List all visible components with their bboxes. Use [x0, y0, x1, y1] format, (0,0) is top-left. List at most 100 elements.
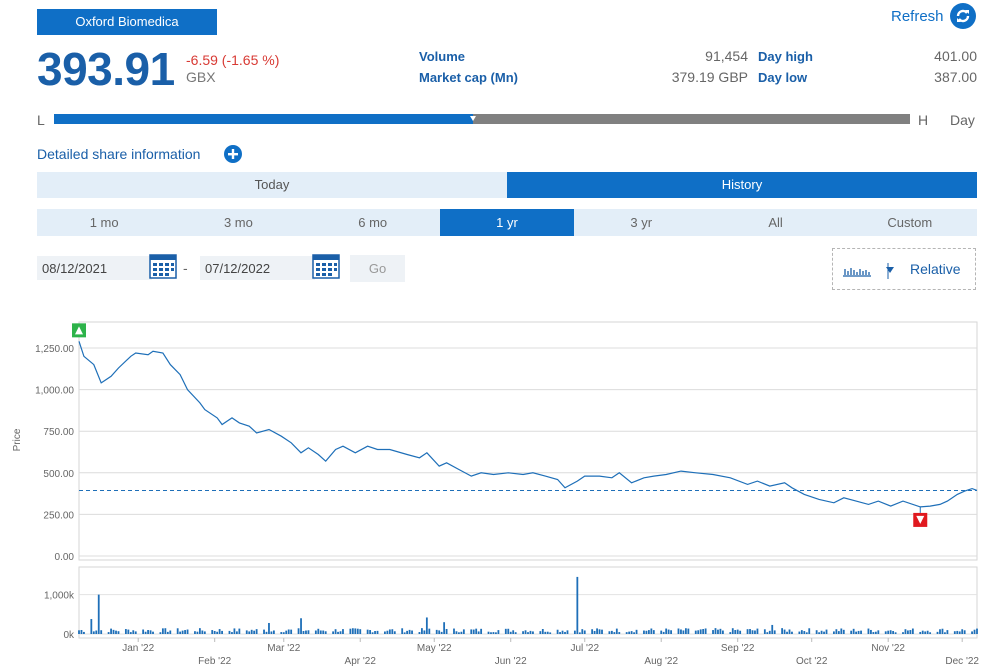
volume-bar: [356, 628, 359, 634]
volume-tick-label: 0k: [63, 630, 75, 641]
volume-bar: [480, 628, 483, 634]
x-axis-ticks: Jan '22 Feb '22 Mar '22 Apr '22 May '22 Jun '…: [122, 638, 979, 667]
volume-bar: [884, 631, 887, 634]
calendar-icon[interactable]: [312, 253, 340, 279]
volume-bar: [665, 628, 668, 634]
volume-bar: [374, 631, 376, 634]
volume-bar: [805, 632, 808, 634]
volume-bar: [763, 629, 766, 634]
calendar-icon[interactable]: [149, 253, 177, 279]
period-3mo[interactable]: 3 mo: [171, 209, 306, 236]
volume-bar: [963, 630, 966, 634]
period-6mo[interactable]: 6 mo: [305, 209, 440, 236]
volume-bar: [107, 632, 110, 634]
volume-bar: [564, 631, 566, 634]
date-separator: -: [183, 260, 188, 276]
volume-bar: [756, 628, 759, 634]
volume-bar: [682, 630, 685, 634]
volume-bar: [645, 630, 648, 634]
volume-bar: [566, 630, 569, 634]
volume-bar: [857, 630, 860, 634]
volume-bar: [615, 628, 618, 634]
refresh-button[interactable]: Refresh: [891, 8, 944, 25]
volume-bar: [850, 630, 853, 634]
volume-bar: [218, 629, 221, 634]
go-button[interactable]: Go: [350, 255, 405, 282]
volume-bar: [369, 630, 372, 634]
volume-bar: [667, 629, 670, 634]
range-low-label: L: [37, 112, 45, 128]
volume-bar: [124, 629, 127, 634]
volume-bar: [490, 632, 492, 634]
to-date-input[interactable]: [200, 256, 315, 280]
volume-tick-label: 1,000k: [44, 591, 75, 602]
volume-bar: [635, 629, 638, 634]
volume-bar: [144, 631, 147, 634]
volume-bar: [699, 629, 702, 634]
volume-bar: [166, 631, 169, 634]
period-custom[interactable]: Custom: [842, 209, 977, 236]
volume-bar: [596, 628, 598, 634]
x-tick-label: Aug '22: [644, 656, 678, 667]
volume-bar: [115, 630, 117, 634]
volume-bar: [342, 629, 344, 634]
chevron-down-icon[interactable]: [885, 266, 895, 274]
volume-bar: [872, 632, 875, 634]
volume-bar: [781, 628, 784, 634]
period-1yr[interactable]: 1 yr: [439, 209, 575, 236]
volume-bar: [300, 618, 302, 634]
volume-bar: [561, 630, 564, 634]
tab-history[interactable]: History: [507, 172, 977, 198]
volume-bar: [470, 629, 473, 634]
volume-bar: [83, 631, 85, 634]
price-chart[interactable]: 0.00 250.00 500.00 750.00 1,000.00 1,250.00 P…: [0, 310, 1001, 670]
volume-bar: [734, 630, 737, 634]
volume-bar: [835, 629, 838, 634]
volume-bar: [573, 630, 576, 634]
tab-today[interactable]: Today: [37, 172, 507, 198]
volume-bar: [393, 631, 396, 634]
day-high-value: 401.00: [934, 48, 977, 64]
day-low-value: 387.00: [934, 69, 977, 85]
period-all[interactable]: All: [708, 209, 843, 236]
volume-bar: [475, 628, 478, 634]
relative-toggle[interactable]: Relative: [910, 261, 961, 277]
volume-bar: [697, 630, 700, 634]
company-tab[interactable]: Oxford Biomedica: [37, 9, 217, 35]
volume-bar: [159, 632, 162, 634]
high-low-markers: [72, 323, 928, 527]
volume-bar: [783, 629, 786, 634]
volume-bar: [117, 631, 120, 634]
volume-bar: [265, 631, 268, 634]
range-high-label: H: [918, 112, 929, 128]
volume-bar: [522, 631, 524, 634]
volume-bar: [418, 632, 421, 634]
volume-bar: [305, 630, 307, 634]
volume-bar: [161, 628, 164, 634]
volume-bar: [504, 628, 507, 634]
volume-bar: [507, 628, 510, 634]
plus-circle-icon[interactable]: [224, 145, 242, 163]
volume-bar: [902, 632, 904, 634]
y-tick-label: 1,000.00: [35, 386, 74, 397]
volume-bar: [221, 630, 223, 634]
volume-bar: [837, 631, 840, 634]
volume-bar: [719, 628, 722, 634]
volume-bar: [946, 630, 949, 634]
from-date-input[interactable]: [37, 256, 152, 280]
volume-bar: [359, 629, 362, 634]
volume-bar: [907, 630, 909, 634]
day-range-fill: [54, 114, 474, 124]
volume-bar: [549, 632, 552, 634]
detailed-share-info-link[interactable]: Detailed share information: [37, 146, 200, 162]
volume-bar: [90, 619, 93, 634]
volume-bar: [926, 630, 929, 634]
volume-bar: [339, 631, 342, 634]
refresh-icon[interactable]: [950, 3, 976, 29]
volume-bar: [248, 631, 251, 634]
period-3yr[interactable]: 3 yr: [574, 209, 709, 236]
period-1mo[interactable]: 1 mo: [37, 209, 172, 236]
volume-bar: [112, 629, 115, 634]
volume-bar: [425, 617, 428, 634]
volume-bar: [349, 628, 352, 634]
